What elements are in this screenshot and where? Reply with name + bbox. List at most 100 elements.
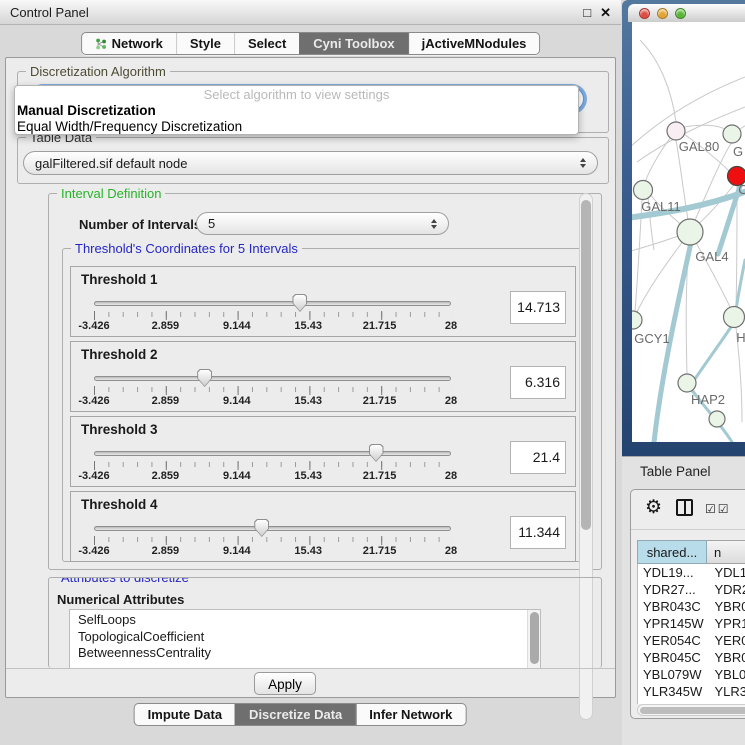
threshold-label: Threshold 2 <box>81 347 158 362</box>
cell-shared-name: YBR043C <box>638 598 707 615</box>
slider-track[interactable] <box>94 526 451 531</box>
network-node[interactable] <box>677 219 703 245</box>
threshold-row: Threshold 4 -3.4262.8599.14415.4321.7152… <box>70 491 576 562</box>
slider-tick-labels: -3.4262.8599.14415.4321.71528 <box>94 320 451 334</box>
table-row[interactable]: YER054CYER0 <box>638 632 745 649</box>
table-row[interactable]: YBR045CYBR0 <box>638 649 745 666</box>
close-traffic-light[interactable] <box>639 8 650 19</box>
minimize-traffic-light[interactable] <box>657 8 668 19</box>
slider-handle[interactable] <box>254 519 269 537</box>
group-title: Threshold's Coordinates for 5 Intervals <box>71 241 302 256</box>
tab-network[interactable]: Network <box>82 33 176 54</box>
tick-label: -3.426 <box>78 470 109 482</box>
threshold-row: Threshold 1 -3.4262.8599.14415.4321.7152… <box>70 266 576 337</box>
threshold-value-field[interactable]: 14.713 <box>510 291 566 324</box>
table-row[interactable]: YPR145WYPR1 <box>638 615 745 632</box>
network-node[interactable] <box>678 374 696 392</box>
column-header-name[interactable]: n <box>707 540 745 564</box>
numerical-attributes-label: Numerical Attributes <box>57 592 184 607</box>
slider-handle[interactable] <box>369 444 384 462</box>
table-row[interactable]: YLR345WYLR3 <box>638 683 745 700</box>
tab-select[interactable]: Select <box>234 33 299 54</box>
cell-name: YPR1 <box>707 615 745 632</box>
cell-shared-name: YDL19... <box>638 564 707 581</box>
interval-definition-group: Interval Definition Number of Intervals … <box>48 193 602 570</box>
network-node[interactable] <box>634 181 653 200</box>
slider-track[interactable] <box>94 376 451 381</box>
slider-track[interactable] <box>94 451 451 456</box>
panel-title: Control Panel <box>10 5 89 20</box>
attribute-list-item[interactable]: SelfLoops <box>70 612 540 629</box>
table-row[interactable]: YBR043CYBR0 <box>638 598 745 615</box>
cell-shared-name: YLR345W <box>638 683 707 700</box>
attribute-list-item[interactable]: TopologicalCoefficient <box>70 629 540 646</box>
tick-label: 2.859 <box>152 395 180 407</box>
dropdown-option-equal-width[interactable]: Equal Width/Frequency Discretization <box>15 119 578 135</box>
threshold-label: Threshold 3 <box>81 422 158 437</box>
slider-tick-labels: -3.4262.8599.14415.4321.71528 <box>94 395 451 409</box>
scrollbar-thumb[interactable] <box>581 200 591 530</box>
close-icon[interactable]: ✕ <box>600 6 611 19</box>
thresholds-container: Threshold 1 -3.4262.8599.14415.4321.7152… <box>70 266 576 566</box>
split-view-icon[interactable] <box>676 499 693 516</box>
column-header-shared-name[interactable]: shared... <box>637 540 707 564</box>
scrollbar-thumb[interactable] <box>530 612 539 664</box>
group-title: Interval Definition <box>57 186 165 201</box>
cell-name: YLR3 <box>707 683 745 700</box>
zoom-traffic-light[interactable] <box>675 8 686 19</box>
checkbox-icons[interactable]: ☑☑ <box>705 502 731 516</box>
network-node[interactable] <box>667 122 685 140</box>
network-icon <box>95 38 107 50</box>
threshold-value-field[interactable]: 11.344 <box>510 516 566 549</box>
gear-icon[interactable]: ⚙ <box>645 498 662 517</box>
tick-label: 15.43 <box>294 395 322 407</box>
table-row[interactable]: YDL19...YDL1 <box>638 564 745 581</box>
scrollbar-thumb[interactable] <box>640 707 745 714</box>
tab-style[interactable]: Style <box>176 33 234 54</box>
thresholds-group: Threshold's Coordinates for 5 Intervals … <box>62 248 583 562</box>
tick-label: 9.144 <box>223 545 251 557</box>
network-canvas[interactable]: GAL80GCGAL11GAL4GCY1HHAP2 <box>632 22 745 442</box>
dropdown-option-manual[interactable]: Manual Discretization <box>15 103 578 119</box>
slider-tick-labels: -3.4262.8599.14415.4321.71528 <box>94 470 451 484</box>
network-node[interactable] <box>632 311 642 329</box>
top-tab-bar: Network Style Select Cyni Toolbox jActiv… <box>81 32 541 55</box>
table-panel-title: Table Panel <box>640 464 711 479</box>
slider-handle[interactable] <box>197 369 212 387</box>
network-node[interactable] <box>723 125 741 143</box>
tab-infer-network[interactable]: Infer Network <box>355 704 465 725</box>
tab-discretize-data[interactable]: Discretize Data <box>235 704 355 725</box>
tab-jactivemnodules[interactable]: jActiveMNodules <box>408 33 540 54</box>
node-label: GAL80 <box>679 139 719 154</box>
table-data-combobox[interactable]: galFiltered.sif default node <box>23 151 598 175</box>
bottom-tab-bar: Impute Data Discretize Data Infer Networ… <box>134 703 467 726</box>
group-title: Attributes to discretize <box>57 577 193 585</box>
threshold-value-field[interactable]: 21.4 <box>510 441 566 474</box>
table-row[interactable]: YDR27...YDR2 <box>638 581 745 598</box>
table-horizontal-scrollbar[interactable] <box>637 704 745 716</box>
tick-label: 28 <box>445 320 457 332</box>
right-side: GAL80GCGAL11GAL4GCY1HHAP2 Table Panel ⚙ … <box>622 0 745 745</box>
threshold-value-field[interactable]: 6.316 <box>510 366 566 399</box>
slider-track[interactable] <box>94 301 451 306</box>
network-node[interactable] <box>724 307 745 328</box>
table-row[interactable]: YBL079WYBL0 <box>638 666 745 683</box>
slider-major-ticks <box>94 311 453 320</box>
node-label: C <box>738 182 745 197</box>
cell-name: YDR2 <box>707 581 745 598</box>
attribute-list-item[interactable]: BetweennessCentrality <box>70 645 540 662</box>
tick-label: 15.43 <box>294 470 322 482</box>
num-intervals-combobox[interactable]: 5 <box>196 212 449 235</box>
list-vertical-scrollbar[interactable] <box>527 610 540 668</box>
tick-label: 15.43 <box>294 545 322 557</box>
threshold-row: Threshold 2 -3.4262.8599.14415.4321.7152… <box>70 341 576 412</box>
tick-label: 28 <box>445 545 457 557</box>
apply-button[interactable]: Apply <box>254 672 316 695</box>
numerical-attributes-list[interactable]: SelfLoopsTopologicalCoefficientBetweenne… <box>69 609 541 668</box>
control-panel: Control Panel □ ✕ Network Style Select C… <box>0 0 621 745</box>
network-node[interactable] <box>709 411 725 427</box>
float-icon[interactable]: □ <box>583 6 591 19</box>
tab-impute-data[interactable]: Impute Data <box>135 704 235 725</box>
tab-cyni-toolbox[interactable]: Cyni Toolbox <box>299 33 407 54</box>
slider-handle[interactable] <box>292 294 307 312</box>
